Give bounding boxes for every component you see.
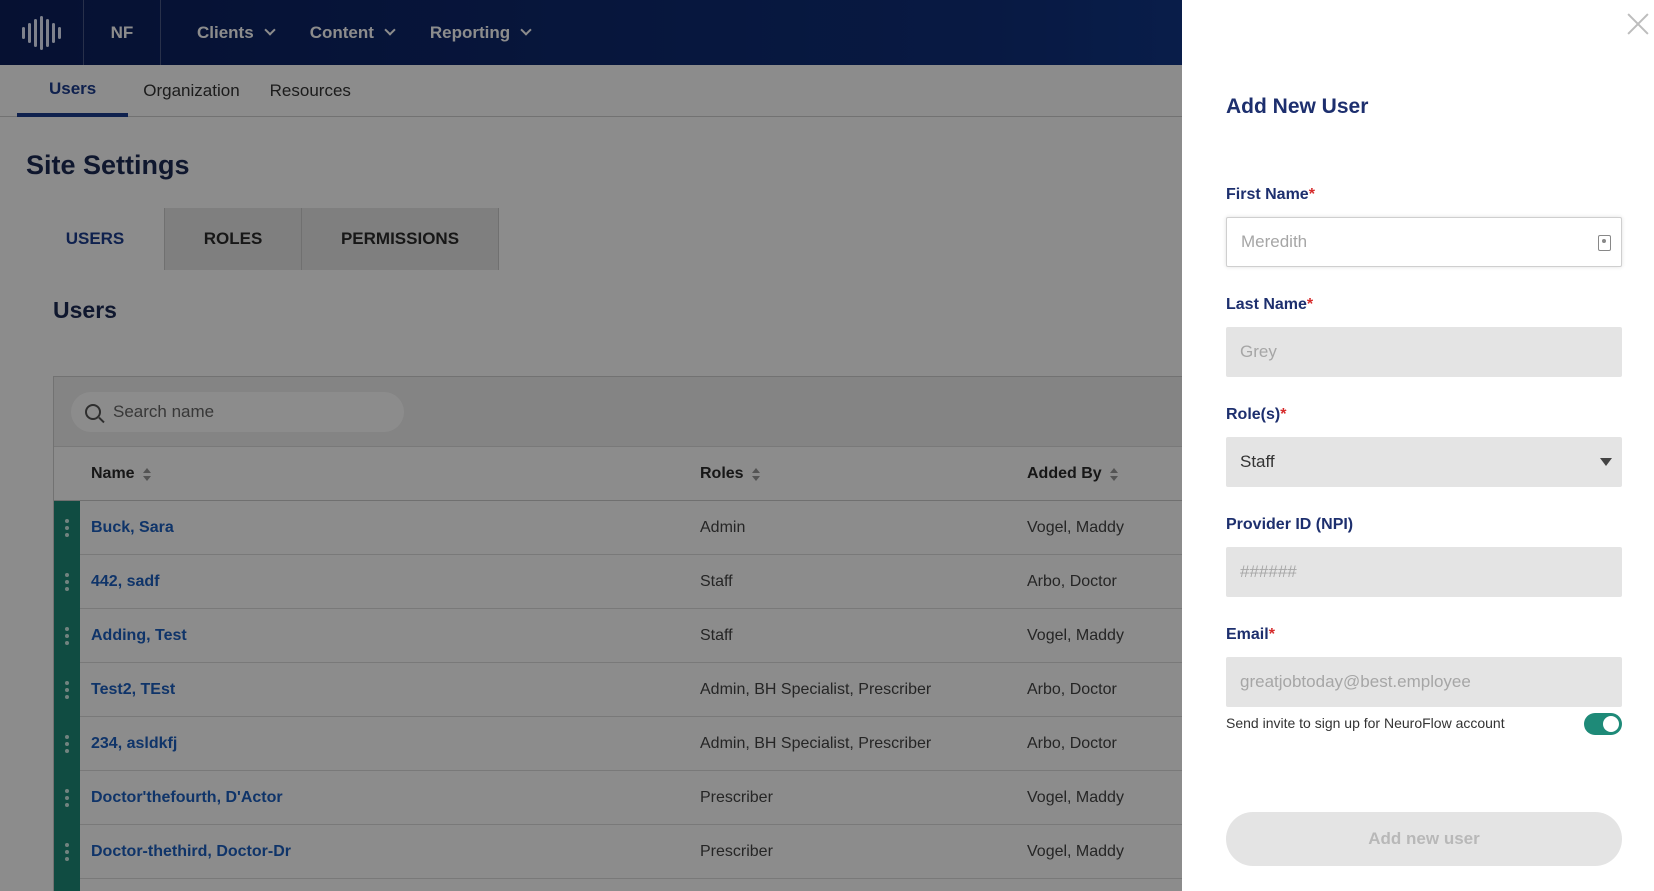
roles-select[interactable]: Staff	[1226, 437, 1622, 487]
last-name-field[interactable]: Grey	[1226, 327, 1622, 377]
contact-card-icon	[1598, 235, 1611, 251]
first-name-field[interactable]: Meredith	[1226, 217, 1622, 267]
add-new-user-button[interactable]: Add new user	[1226, 812, 1622, 866]
required-marker: *	[1308, 186, 1315, 203]
roles-label-text: Role(s)	[1226, 406, 1281, 423]
email-placeholder: greatjobtoday@best.employee	[1240, 672, 1471, 691]
caret-down-icon	[1600, 458, 1612, 466]
first-name-placeholder: Meredith	[1241, 232, 1308, 251]
email-label: Email*	[1226, 626, 1275, 644]
close-icon[interactable]	[1624, 10, 1652, 38]
provider-id-placeholder: ######	[1240, 562, 1297, 581]
invite-label: Send invite to sign up for NeuroFlow acc…	[1226, 715, 1505, 731]
invite-toggle[interactable]	[1584, 713, 1622, 735]
email-field[interactable]: greatjobtoday@best.employee	[1226, 657, 1622, 707]
required-marker: *	[1268, 626, 1275, 643]
first-name-label-text: First Name	[1226, 186, 1309, 203]
drawer-title: Add New User	[1226, 95, 1369, 118]
last-name-label-text: Last Name	[1226, 296, 1307, 313]
email-label-text: Email	[1226, 626, 1269, 643]
roles-selected-value: Staff	[1240, 452, 1275, 471]
last-name-placeholder: Grey	[1240, 342, 1277, 361]
required-marker: *	[1280, 406, 1287, 423]
provider-id-field[interactable]: ######	[1226, 547, 1622, 597]
required-marker: *	[1306, 296, 1314, 313]
add-user-drawer: Add New User First Name* Meredith Last N…	[1182, 0, 1654, 891]
provider-id-label: Provider ID (NPI)	[1226, 516, 1354, 533]
roles-label: Role(s)*	[1226, 406, 1286, 424]
first-name-label: First Name*	[1226, 186, 1315, 204]
last-name-label: Last Name*	[1226, 296, 1313, 314]
